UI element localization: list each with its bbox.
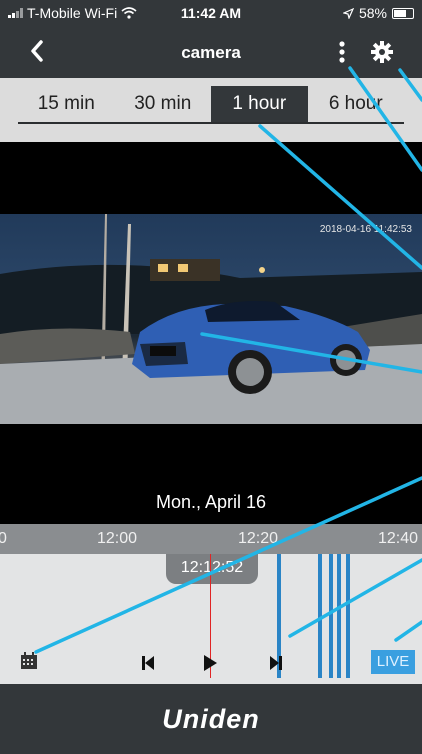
gear-icon <box>371 41 393 63</box>
battery-percent: 58% <box>358 5 387 21</box>
footer-bar: Uniden <box>0 684 422 754</box>
tab-1-hour[interactable]: 1 hour <box>211 86 308 122</box>
more-vertical-icon <box>339 41 345 63</box>
motion-event-bar[interactable] <box>346 554 350 678</box>
video-timestamp: 2018-04-16 11:42:53 <box>319 224 412 235</box>
calendar-button[interactable] <box>20 652 38 670</box>
current-time-bubble: 12:12:52 <box>166 554 258 584</box>
location-arrow-icon <box>342 7 354 19</box>
motion-event-bar[interactable] <box>337 554 341 678</box>
skip-previous-button[interactable] <box>140 654 156 672</box>
time-range-tabs: 15 min 30 min 1 hour 6 hour <box>18 86 404 124</box>
video-player[interactable]: 2018-04-16 11:42:53 Mon., April 16 <box>0 142 422 524</box>
time-range-bar: 15 min 30 min 1 hour 6 hour <box>0 78 422 142</box>
scale-label: 12:00 <box>97 530 138 547</box>
motion-event-bar[interactable] <box>329 554 333 678</box>
page-title: camera <box>181 43 241 62</box>
tab-30-min[interactable]: 30 min <box>115 86 212 122</box>
timeline[interactable]: 0 12:00 12:20 12:40 12:12:52 LIVE <box>0 524 422 684</box>
skip-previous-icon <box>142 656 154 670</box>
driveway-car-scene <box>0 214 422 424</box>
timeline-scale: 0 12:00 12:20 12:40 <box>0 524 422 554</box>
scale-label: 12:40 <box>378 530 419 547</box>
video-date-label: Mon., April 16 <box>155 492 267 512</box>
playback-controls <box>140 654 290 674</box>
motion-event-bar[interactable] <box>318 554 322 678</box>
tab-15-min[interactable]: 15 min <box>18 86 115 122</box>
settings-button[interactable] <box>368 38 396 66</box>
more-options-button[interactable] <box>330 38 354 66</box>
skip-next-button[interactable] <box>268 654 284 672</box>
play-button[interactable] <box>202 654 218 672</box>
scale-label: 12:20 <box>238 530 279 547</box>
tab-6-hour[interactable]: 6 hour <box>308 86 405 122</box>
play-icon <box>204 655 217 671</box>
camera-snapshot[interactable]: 2018-04-16 11:42:53 <box>0 214 422 424</box>
battery-icon <box>392 7 414 19</box>
scale-label: 0 <box>0 530 7 547</box>
skip-next-icon <box>270 656 282 670</box>
calendar-icon <box>21 652 37 669</box>
status-right: 58% <box>342 5 414 21</box>
status-bar: T-Mobile Wi-Fi 11:42 AM 58% <box>0 0 422 26</box>
nav-bar: camera <box>0 26 422 78</box>
live-button[interactable]: LIVE <box>371 650 415 674</box>
uniden-logo: Uniden <box>162 704 260 734</box>
